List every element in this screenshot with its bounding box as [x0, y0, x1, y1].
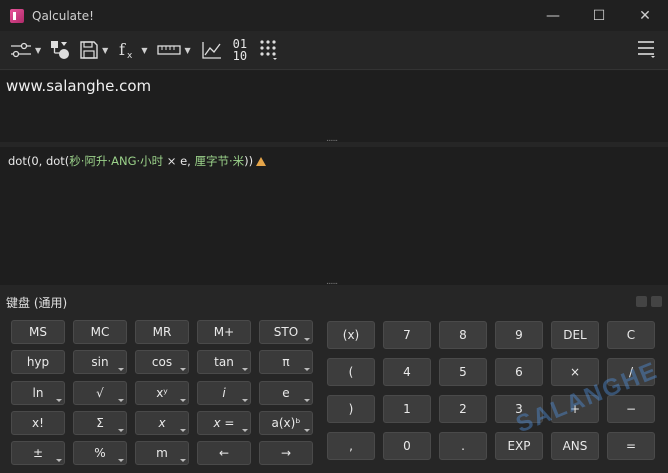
- key-1-3[interactable]: tan: [197, 350, 251, 374]
- key-right-2-3[interactable]: 3: [495, 395, 543, 423]
- key-right-2-1[interactable]: 1: [383, 395, 431, 423]
- plot-button[interactable]: [201, 34, 223, 66]
- key-2-1[interactable]: √: [73, 381, 127, 405]
- key-0-1[interactable]: MC: [73, 320, 127, 344]
- close-panel-icon[interactable]: [651, 296, 662, 307]
- chevron-down-icon: ▼: [102, 45, 109, 55]
- function-fx-icon: fx: [118, 40, 138, 60]
- key-1-0[interactable]: hyp: [11, 350, 65, 374]
- expression-input[interactable]: www.salanghe.com: [0, 71, 668, 142]
- minimize-button[interactable]: —: [530, 0, 576, 31]
- expression-text: www.salanghe.com: [6, 77, 152, 95]
- flow-chart-icon: [49, 39, 71, 61]
- window-controls: — ☐ ✕: [530, 0, 668, 31]
- key-0-0[interactable]: MS: [11, 320, 65, 344]
- keypad-toggle-button[interactable]: [259, 34, 279, 66]
- key-3-3[interactable]: x =: [197, 411, 251, 435]
- key-right-1-4[interactable]: ×: [551, 358, 599, 386]
- svg-text:f: f: [119, 40, 126, 59]
- result-display: dot(0, dot(秒·阿升·ANG·小时 × e, 厘字节·米)): [0, 147, 668, 285]
- key-4-3[interactable]: ←: [197, 441, 251, 465]
- mode-button[interactable]: ▼: [10, 34, 41, 66]
- key-right-2-2[interactable]: 2: [439, 395, 487, 423]
- key-right-3-0[interactable]: ,: [327, 432, 375, 460]
- units-button[interactable]: ▼: [157, 34, 191, 66]
- key-4-4[interactable]: →: [259, 441, 313, 465]
- result-text: dot(0, dot(秒·阿升·ANG·小时 × e, 厘字节·米)): [8, 153, 660, 169]
- key-2-3[interactable]: i: [197, 381, 251, 405]
- key-right-3-3[interactable]: EXP: [495, 432, 543, 460]
- key-right-1-3[interactable]: 6: [495, 358, 543, 386]
- key-right-1-5[interactable]: /: [607, 358, 655, 386]
- key-right-0-5[interactable]: C: [607, 321, 655, 349]
- key-2-0[interactable]: ln: [11, 381, 65, 405]
- key-right-1-2[interactable]: 5: [439, 358, 487, 386]
- key-0-4[interactable]: STO: [259, 320, 313, 344]
- key-right-3-1[interactable]: 0: [383, 432, 431, 460]
- key-right-1-0[interactable]: (: [327, 358, 375, 386]
- sliders-icon: [10, 40, 32, 60]
- key-1-2[interactable]: cos: [135, 350, 189, 374]
- key-0-2[interactable]: MR: [135, 320, 189, 344]
- binary-icon: 01 10: [232, 37, 248, 63]
- maximize-button[interactable]: ☐: [576, 0, 622, 31]
- floppy-disk-icon: [79, 40, 99, 60]
- keypad-panel: 键盘 (通用) MS MC MR M+ STO hyp sin cos tan π ln √ xʸ i e x…: [0, 290, 668, 473]
- key-0-3[interactable]: M+: [197, 320, 251, 344]
- warning-icon[interactable]: [256, 157, 267, 166]
- keypad-title: 键盘 (通用): [6, 296, 68, 310]
- key-3-1[interactable]: Σ: [73, 411, 127, 435]
- key-1-1[interactable]: sin: [73, 350, 127, 374]
- key-3-2[interactable]: x: [135, 411, 189, 435]
- key-right-0-2[interactable]: 8: [439, 321, 487, 349]
- float-panel-icon[interactable]: [636, 296, 647, 307]
- key-2-4[interactable]: e: [259, 381, 313, 405]
- key-right-1-1[interactable]: 4: [383, 358, 431, 386]
- key-4-2[interactable]: m: [135, 441, 189, 465]
- number-bases-button[interactable]: 01 10: [233, 34, 247, 66]
- hamburger-menu-icon: [636, 38, 656, 62]
- ruler-icon: [157, 43, 182, 57]
- key-1-4[interactable]: π: [259, 350, 313, 374]
- key-4-1[interactable]: %: [73, 441, 127, 465]
- app-logo-icon: [10, 8, 24, 23]
- title-bar: Qalculate! — ☐ ✕: [0, 0, 668, 31]
- functions-button[interactable]: fx ▼: [118, 34, 147, 66]
- key-right-0-1[interactable]: 7: [383, 321, 431, 349]
- toolbar: ▼ ▼ fx ▼ ▼ 01 10: [0, 31, 668, 70]
- key-right-0-0[interactable]: (x): [327, 321, 375, 349]
- key-right-2-4[interactable]: +: [551, 395, 599, 423]
- key-right-2-0[interactable]: ): [327, 395, 375, 423]
- key-right-0-4[interactable]: DEL: [551, 321, 599, 349]
- close-button[interactable]: ✕: [622, 0, 668, 31]
- main-menu-button[interactable]: [634, 35, 658, 65]
- key-right-3-2[interactable]: .: [439, 432, 487, 460]
- key-3-4[interactable]: a(x)ᵇ: [259, 411, 313, 435]
- key-4-0[interactable]: ±: [11, 441, 65, 465]
- key-right-2-5[interactable]: −: [607, 395, 655, 423]
- key-2-2[interactable]: xʸ: [135, 381, 189, 405]
- chart-plot-icon: [201, 40, 223, 60]
- chevron-down-icon: ▼: [35, 45, 42, 55]
- key-right-0-3[interactable]: 9: [495, 321, 543, 349]
- mode-flow-button[interactable]: [49, 34, 71, 66]
- key-3-0[interactable]: x!: [11, 411, 65, 435]
- key-right-3-5[interactable]: =: [607, 432, 655, 460]
- chevron-down-icon: ▼: [141, 45, 148, 55]
- save-button[interactable]: ▼: [79, 34, 108, 66]
- keypad-dock-controls: [636, 296, 662, 307]
- key-right-3-4[interactable]: ANS: [551, 432, 599, 460]
- keypad-grid-icon: [259, 39, 279, 61]
- chevron-down-icon: ▼: [184, 45, 191, 55]
- window-title: Qalculate!: [32, 8, 94, 23]
- svg-text:x: x: [127, 51, 133, 60]
